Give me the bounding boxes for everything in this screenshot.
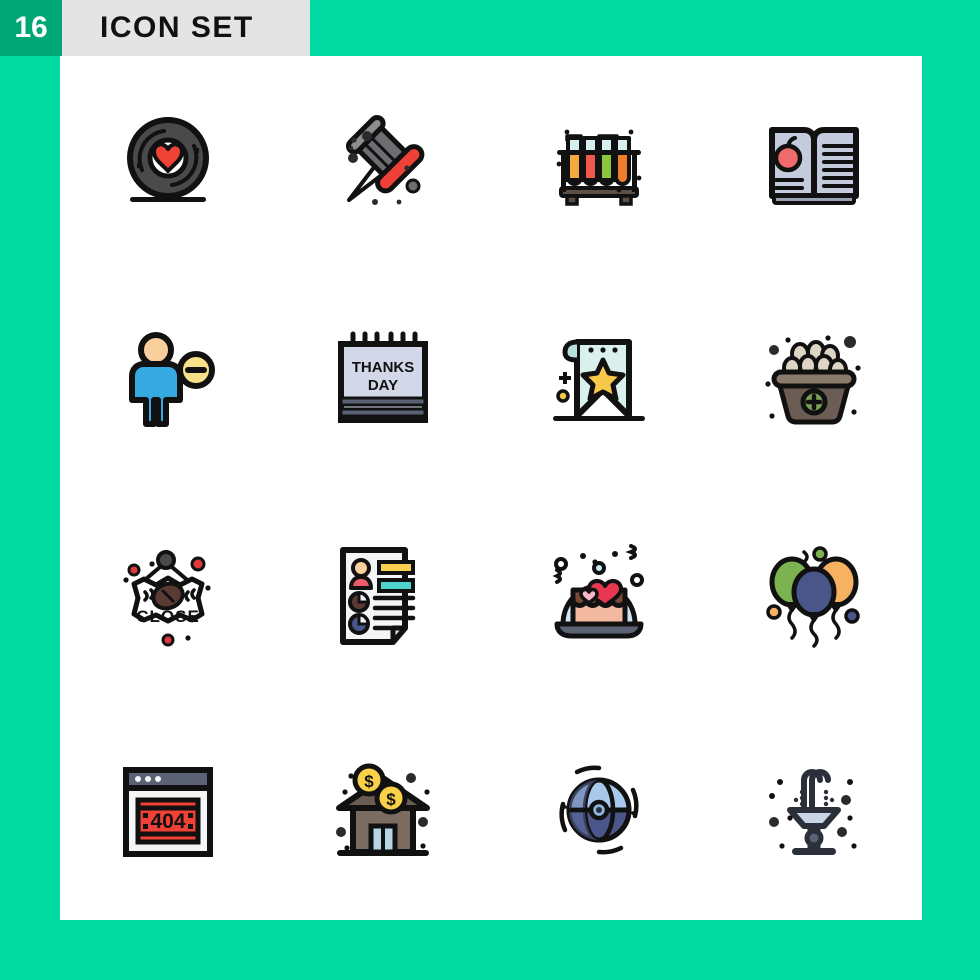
svg-text:$: $	[387, 790, 397, 809]
cake-glass-dome-icon	[552, 544, 644, 639]
icon-cell-star-banner[interactable]	[491, 272, 707, 488]
party-balloons-icon	[766, 546, 860, 648]
thanks-day-calendar-icon: THANKS DAY	[338, 331, 429, 423]
icon-cell-browser-404-error[interactable]: 404	[60, 704, 276, 920]
error-code-text: 404	[150, 810, 185, 833]
icon-cell-global-network[interactable]	[491, 704, 707, 920]
remove-user-icon	[128, 332, 215, 427]
egg-basket-icon	[765, 335, 861, 425]
icon-grid: THANKS DAY CLOSE 404 $ $	[60, 56, 922, 920]
icon-cell-close-sign[interactable]: CLOSE	[60, 488, 276, 704]
close-sign-label: CLOSE	[136, 607, 200, 626]
calendar-line-2: DAY	[368, 377, 398, 394]
global-network-icon	[559, 765, 639, 855]
browser-404-error-icon: 404	[122, 767, 213, 857]
icon-cell-thanks-day-calendar[interactable]: THANKS DAY	[276, 272, 492, 488]
icon-cell-open-book-apple[interactable]	[707, 56, 923, 272]
icon-cell-remove-user[interactable]	[60, 272, 276, 488]
icon-cell-push-pin[interactable]	[276, 56, 492, 272]
icon-cell-cake-glass-dome[interactable]	[491, 488, 707, 704]
icon-set-poster: 16 ICON SET THANKS DAY CLOSE 404 $ $	[0, 0, 980, 980]
icon-cell-resume-document[interactable]	[276, 488, 492, 704]
resume-document-icon	[340, 547, 416, 645]
icon-cell-party-balloons[interactable]	[707, 488, 923, 704]
open-book-apple-icon	[769, 127, 860, 205]
calendar-line-1: THANKS	[352, 359, 415, 376]
star-banner-icon	[552, 339, 645, 421]
icon-cell-test-tube-rack[interactable]	[491, 56, 707, 272]
icon-count-badge: 16	[0, 0, 62, 56]
icon-panel: THANKS DAY CLOSE 404 $ $	[60, 56, 922, 920]
house-money-icon: $ $	[336, 763, 431, 856]
close-sign-icon: CLOSE	[123, 550, 211, 647]
poster-title: ICON SET	[62, 0, 310, 56]
water-fountain-icon	[769, 769, 857, 855]
push-pin-icon	[346, 114, 425, 205]
icon-cell-vinyl-record-heart[interactable]	[60, 56, 276, 272]
test-tube-rack-icon	[556, 129, 642, 206]
vinyl-record-heart-icon	[126, 117, 209, 202]
icon-cell-egg-basket[interactable]	[707, 272, 923, 488]
icon-cell-water-fountain[interactable]	[707, 704, 923, 920]
poster-header: 16 ICON SET	[0, 0, 310, 56]
svg-text:$: $	[365, 772, 375, 791]
icon-cell-house-money[interactable]: $ $	[276, 704, 492, 920]
